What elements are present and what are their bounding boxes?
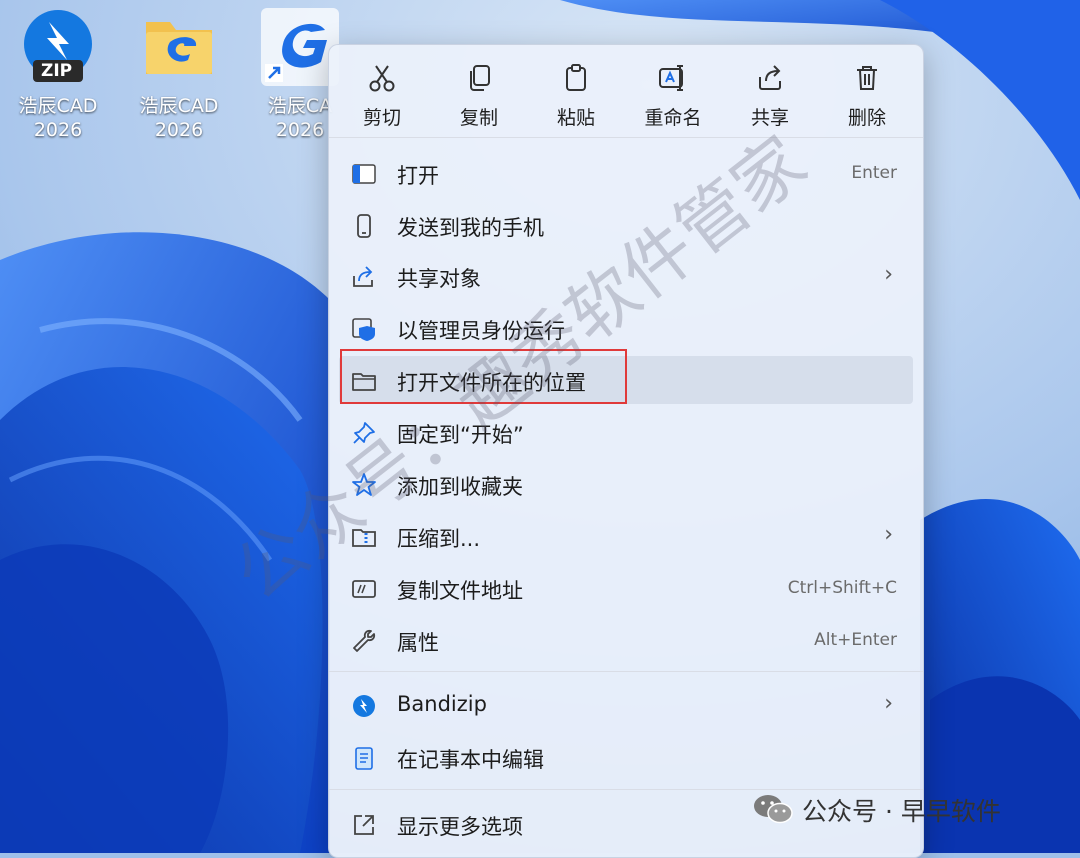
chevron-right-icon: › <box>884 522 893 547</box>
menu-item-label: 打开 <box>397 164 439 188</box>
cut-icon <box>369 65 395 92</box>
copy-button[interactable]: 复制 <box>430 63 528 130</box>
copy-label: 复制 <box>459 107 498 129</box>
delete-button[interactable]: 删除 <box>818 63 916 130</box>
menu-item-label: 在记事本中编辑 <box>397 748 544 772</box>
wechat-icon <box>754 795 793 824</box>
desktop-icon-folder[interactable]: 浩辰CAD 2026 <box>129 8 229 142</box>
chevron-right-icon: › <box>884 262 893 287</box>
desktop-icon-label: 浩辰CAD 2026 <box>139 95 219 141</box>
share-icon <box>759 65 781 90</box>
cut-label: 剪切 <box>362 107 401 129</box>
menu-item-label: 压缩到... <box>397 527 481 551</box>
rename-button[interactable]: 重命名 <box>624 63 722 130</box>
more-options-icon <box>354 815 374 835</box>
menu-item-edit-in-notepad[interactable]: 在记事本中编辑 <box>339 733 913 781</box>
menu-item-label: 复制文件地址 <box>397 579 523 603</box>
menu-item-label: Bandizip <box>397 692 487 716</box>
bandizip-icon <box>353 695 375 717</box>
menu-item-label: 属性 <box>397 631 439 655</box>
desktop-icon-zip[interactable]: ZIP 浩辰CAD 2026 <box>8 8 108 142</box>
menu-item-copy-as-path[interactable]: 复制文件地址 Ctrl+Shift+C <box>339 564 913 612</box>
shortcut-text: Alt+Enter <box>814 630 897 650</box>
menu-item-properties[interactable]: 属性 Alt+Enter <box>339 616 913 664</box>
menu-item-bandizip[interactable]: Bandizip › <box>339 681 913 729</box>
menu-item-label: 发送到我的手机 <box>397 216 544 240</box>
open-icon <box>352 164 376 184</box>
paste-button[interactable]: 粘贴 <box>527 63 625 130</box>
folder-app-icon <box>140 8 218 86</box>
menu-item-label: 共享对象 <box>397 267 481 291</box>
copy-path-icon <box>352 580 376 598</box>
rename-icon <box>659 65 683 91</box>
menu-item-label: 显示更多选项 <box>397 815 523 839</box>
shortcut-text: Enter <box>851 163 897 183</box>
wechat-badge-text: 公众号 · 早早软件 <box>802 797 1001 826</box>
separator <box>329 137 923 138</box>
menu-item-compress-to[interactable]: 压缩到... › <box>339 512 913 560</box>
share-icon <box>353 266 373 287</box>
copy-icon <box>470 65 490 91</box>
zip-badge: ZIP <box>41 61 73 81</box>
bandizip-app-icon: ZIP <box>19 8 97 86</box>
phone-icon <box>357 214 371 238</box>
menu-item-open[interactable]: 打开 Enter <box>339 149 913 197</box>
paste-icon <box>566 64 586 91</box>
notepad-icon <box>355 747 373 770</box>
desktop-icon-label: 浩辰CAD 2026 <box>18 95 98 141</box>
rename-label: 重命名 <box>644 107 702 129</box>
separator <box>329 671 923 672</box>
shortcut-text: Ctrl+Shift+C <box>787 578 897 598</box>
wrench-icon <box>353 629 376 652</box>
separator <box>329 789 923 790</box>
delete-icon <box>857 66 877 90</box>
delete-label: 删除 <box>847 107 886 129</box>
shield-icon <box>352 318 375 341</box>
chevron-right-icon: › <box>884 691 893 716</box>
cut-button[interactable]: 剪切 <box>333 63 431 130</box>
paste-label: 粘贴 <box>556 107 595 129</box>
